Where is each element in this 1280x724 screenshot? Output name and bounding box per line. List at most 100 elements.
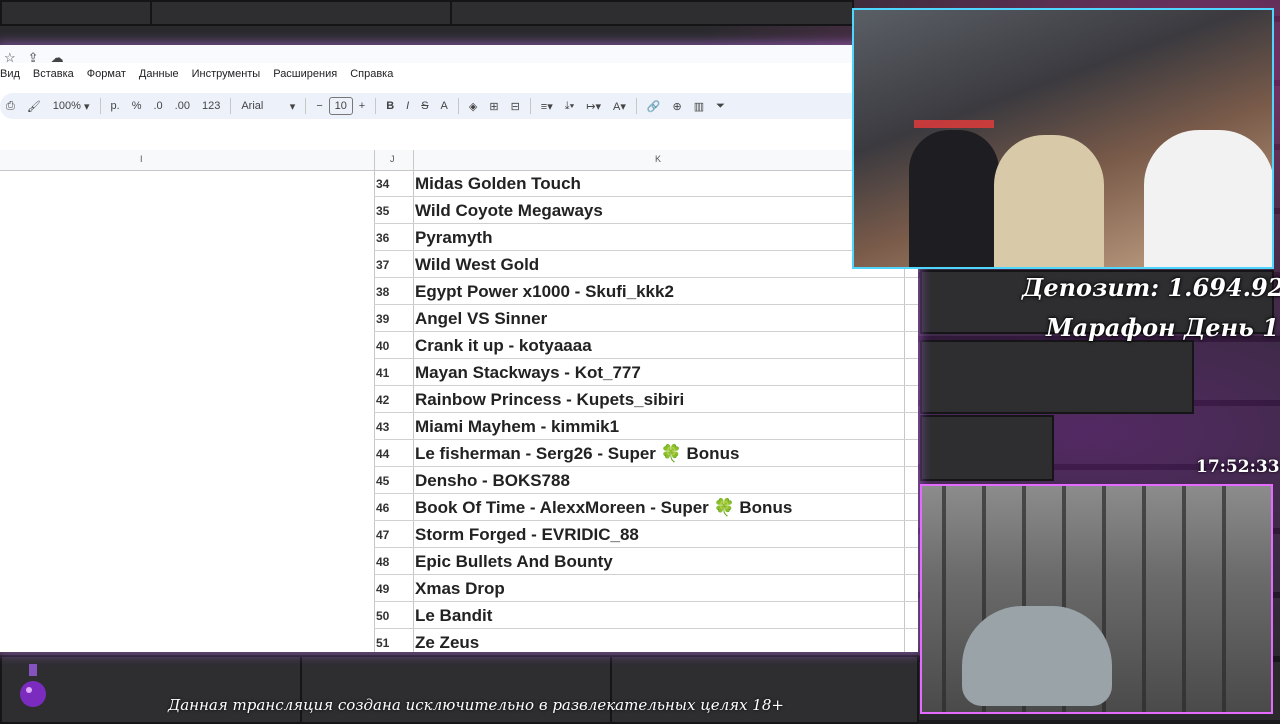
row-number[interactable]: 45 — [374, 467, 414, 493]
menu-tools[interactable]: Инструменты — [192, 68, 261, 80]
table-row[interactable]: 50 Le Bandit — [374, 602, 918, 629]
table-row[interactable]: 41 Mayan Stackways - Kot_777 — [374, 359, 918, 386]
currency-format-button[interactable]: р. — [105, 95, 126, 117]
row-number[interactable]: 44 — [374, 440, 414, 466]
game-cell[interactable]: Wild Coyote Megaways — [415, 197, 603, 223]
row-number[interactable]: 48 — [374, 548, 414, 574]
row-number[interactable]: 49 — [374, 575, 414, 601]
table-row[interactable]: 42 Rainbow Princess - Kupets_sibiri — [374, 386, 918, 413]
fill-color-icon[interactable]: ◈ — [463, 95, 483, 117]
star-icon[interactable]: ☆ — [4, 50, 16, 66]
table-row[interactable]: 36 Pyramyth — [374, 224, 918, 251]
print-icon[interactable]: ⎙ — [0, 95, 21, 117]
row-number[interactable]: 43 — [374, 413, 414, 439]
text-wrap-icon[interactable]: ↦▾ — [580, 95, 607, 117]
row-number[interactable]: 35 — [374, 197, 414, 223]
column-divider — [904, 629, 905, 652]
table-row[interactable]: 48 Epic Bullets And Bounty — [374, 548, 918, 575]
game-cell[interactable]: Egypt Power x1000 - Skufi_kkk2 — [415, 278, 674, 304]
menu-help[interactable]: Справка — [350, 68, 393, 80]
game-cell[interactable]: Miami Mayhem - kimmik1 — [415, 413, 619, 439]
merge-cells-icon[interactable]: ⊟ — [505, 95, 526, 117]
bold-button[interactable]: B — [380, 95, 400, 117]
menu-insert[interactable]: Вставка — [33, 68, 74, 80]
table-row[interactable]: 44 Le fisherman - Serg26 - Super 🍀 Bonus — [374, 440, 918, 467]
game-cell[interactable]: Crank it up - kotyaaaa — [415, 332, 592, 358]
game-cell[interactable]: Pyramyth — [415, 224, 492, 250]
table-row[interactable]: 37 Wild West Gold — [374, 251, 918, 278]
cloud-icon[interactable]: ☁ — [51, 50, 64, 66]
game-cell[interactable]: Rainbow Princess - Kupets_sibiri — [415, 386, 684, 412]
table-row[interactable]: 49 Xmas Drop — [374, 575, 918, 602]
text-rotate-icon[interactable]: A▾ — [607, 95, 632, 117]
decrease-decimal-button[interactable]: .0 — [147, 95, 168, 117]
font-size-input[interactable]: 10 — [328, 97, 353, 115]
column-header-j[interactable]: J — [390, 154, 395, 164]
game-cell[interactable]: Midas Golden Touch — [415, 170, 581, 196]
table-row[interactable]: 35 Wild Coyote Megaways — [374, 197, 918, 224]
move-icon[interactable]: ⇪ — [28, 50, 39, 66]
marathon-label: Марафон День 11 — [1046, 313, 1280, 342]
column-header-k[interactable]: K — [655, 154, 661, 164]
column-header-i[interactable]: I — [140, 154, 143, 164]
row-number[interactable]: 50 — [374, 602, 414, 628]
table-row[interactable]: 40 Crank it up - kotyaaaa — [374, 332, 918, 359]
paint-format-icon[interactable]: 🖌 — [21, 95, 47, 117]
table-row[interactable]: 45 Densho - BOKS788 — [374, 467, 918, 494]
chart-icon[interactable]: ▥ — [688, 95, 710, 117]
game-cell[interactable]: Storm Forged - EVRIDIC_88 — [415, 521, 639, 547]
filter-icon[interactable]: ⏷ — [710, 95, 731, 117]
table-row[interactable]: 51 Ze Zeus — [374, 629, 918, 652]
align-horizontal-icon[interactable]: ≡▾ — [535, 95, 559, 117]
row-number[interactable]: 42 — [374, 386, 414, 412]
row-number[interactable]: 38 — [374, 278, 414, 304]
percent-format-button[interactable]: % — [126, 95, 148, 117]
row-number[interactable]: 39 — [374, 305, 414, 331]
game-cell[interactable]: Le Bandit — [415, 602, 492, 628]
game-cell[interactable]: Angel VS Sinner — [415, 305, 547, 331]
table-row[interactable]: 46 Book Of Time - AlexxMoreen - Super 🍀 B… — [374, 494, 918, 521]
align-vertical-icon[interactable]: ⤓▾ — [559, 95, 580, 117]
table-row[interactable]: 38 Egypt Power x1000 - Skufi_kkk2 — [374, 278, 918, 305]
table-row[interactable]: 47 Storm Forged - EVRIDIC_88 — [374, 521, 918, 548]
borders-icon[interactable]: ⊞ — [483, 95, 504, 117]
comment-icon[interactable]: ⊕ — [667, 95, 688, 117]
game-cell[interactable]: Book Of Time - AlexxMoreen - Super 🍀 Bon… — [415, 494, 792, 520]
game-cell[interactable]: Wild West Gold — [415, 251, 539, 277]
row-number[interactable]: 37 — [374, 251, 414, 277]
title-bar: ☆ ⇪ ☁ — [0, 45, 918, 66]
menu-data[interactable]: Данные — [139, 68, 179, 80]
game-cell[interactable]: Epic Bullets And Bounty — [415, 548, 613, 574]
link-icon[interactable]: 🔗 — [641, 95, 667, 117]
increase-decimal-button[interactable]: .00 — [169, 95, 196, 117]
decrease-font-size-button[interactable]: − — [310, 95, 328, 117]
game-cell[interactable]: Ze Zeus — [415, 629, 479, 652]
game-cell[interactable]: Densho - BOKS788 — [415, 467, 570, 493]
menu-format[interactable]: Формат — [87, 68, 126, 80]
increase-font-size-button[interactable]: + — [353, 95, 371, 117]
row-number[interactable]: 34 — [374, 170, 414, 196]
game-cell[interactable]: Le fisherman - Serg26 - Super 🍀 Bonus — [415, 440, 739, 466]
row-number[interactable]: 40 — [374, 332, 414, 358]
wall-brick — [0, 0, 154, 26]
strikethrough-button[interactable]: S — [415, 95, 434, 117]
menu-extensions[interactable]: Расширения — [273, 68, 337, 80]
row-number[interactable]: 41 — [374, 359, 414, 385]
more-formats-button[interactable]: 123 — [196, 95, 226, 117]
font-select[interactable]: Arial ▾ — [235, 95, 301, 117]
row-number[interactable]: 51 — [374, 629, 414, 652]
table-row[interactable]: 43 Miami Mayhem - kimmik1 — [374, 413, 918, 440]
row-number[interactable]: 36 — [374, 224, 414, 250]
menu-view[interactable]: Вид — [0, 68, 20, 80]
zoom-select[interactable]: 100% ▾ — [47, 95, 96, 117]
table-row[interactable]: 39 Angel VS Sinner — [374, 305, 918, 332]
column-divider — [904, 332, 905, 358]
row-number[interactable]: 46 — [374, 494, 414, 520]
text-color-button[interactable]: A — [435, 95, 454, 117]
italic-button[interactable]: I — [400, 95, 415, 117]
table-row[interactable]: 34 Midas Golden Touch — [374, 170, 918, 197]
game-cell[interactable]: Mayan Stackways - Kot_777 — [415, 359, 641, 385]
game-cell[interactable]: Xmas Drop — [415, 575, 505, 601]
row-number[interactable]: 47 — [374, 521, 414, 547]
wall-brick — [920, 415, 1054, 481]
